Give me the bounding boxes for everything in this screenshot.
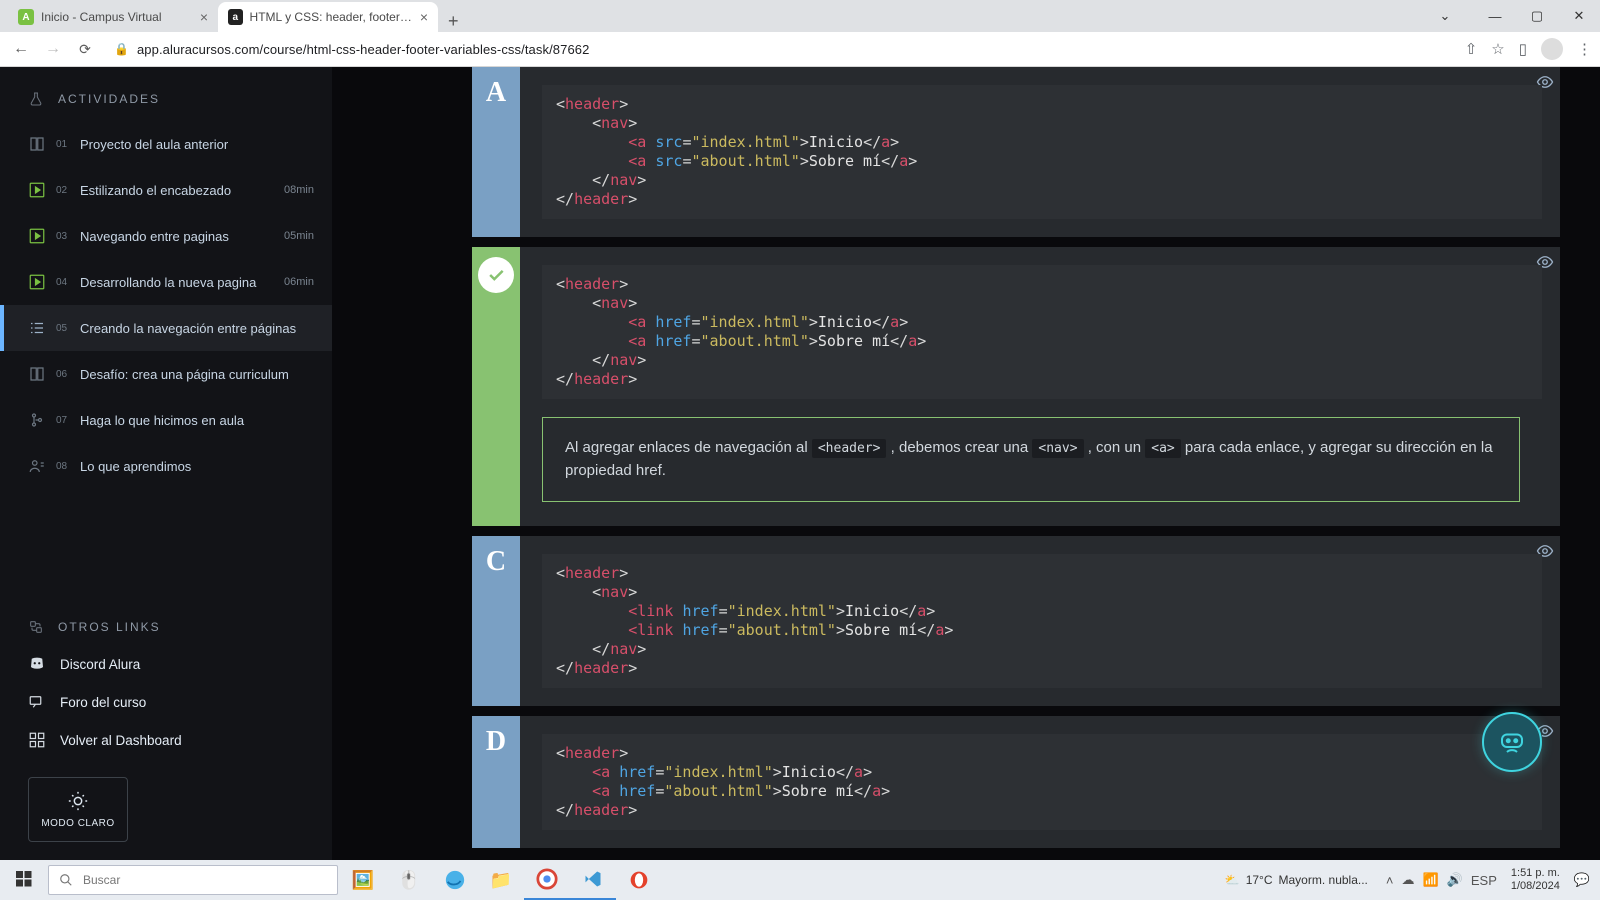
wifi-icon[interactable]: 📶 <box>1422 872 1438 888</box>
check-icon <box>478 257 514 293</box>
chatbot-icon <box>1497 727 1527 757</box>
sidebar-list: 01Proyecto del aula anterior02Estilizand… <box>0 121 332 601</box>
sidebar-item-05[interactable]: 05Creando la navegación entre páginas <box>0 305 332 351</box>
taskbar-app-paint[interactable]: 🖼️ <box>340 860 386 900</box>
tray-chevron-icon[interactable]: ˄ <box>1386 873 1394 888</box>
content-area[interactable]: A <header> <nav> <a src="index.html">Ini… <box>332 67 1600 860</box>
weather-widget[interactable]: ⛅ 17°C Mayorm. nubla... <box>1225 873 1368 887</box>
option-c[interactable]: C <header> <nav> <link href="index.html"… <box>472 536 1560 706</box>
link-icon <box>28 619 44 635</box>
taskbar-clock[interactable]: 1:51 p. m. 1/08/2024 <box>1505 867 1566 892</box>
window-controls: ⌄ — ▢ ✕ <box>1424 0 1600 32</box>
sidebar-item-01[interactable]: 01Proyecto del aula anterior <box>0 121 332 167</box>
option-b-correct[interactable]: <header> <nav> <a href="index.html">Inic… <box>472 247 1560 526</box>
taskbar-app-mouse[interactable]: 🖱️ <box>386 860 432 900</box>
favicon-icon: a <box>228 9 243 25</box>
browser-tab-2[interactable]: a HTML y CSS: header, footer y var × <box>218 2 438 32</box>
chrome-icon <box>536 868 558 890</box>
notifications-icon[interactable]: 💬 <box>1574 872 1590 888</box>
windows-icon <box>16 871 32 887</box>
sidebar-item-06[interactable]: 06Desafío: crea una página curriculum <box>0 351 332 397</box>
sidebar-item-08[interactable]: 08Lo que aprendimos <box>0 443 332 489</box>
sidebar-item-02[interactable]: 02Estilizando el encabezado08min <box>0 167 332 213</box>
tab-switcher-icon[interactable]: ⌄ <box>1424 8 1466 24</box>
opera-icon <box>629 870 649 890</box>
search-icon <box>59 873 73 887</box>
option-d[interactable]: D <header> <a href="index.html">Inicio</… <box>472 716 1560 848</box>
taskbar-app-chrome[interactable] <box>524 860 570 900</box>
close-icon[interactable]: × <box>200 9 208 25</box>
url-field[interactable]: 🔒 app.aluracursos.com/course/html-css-he… <box>104 42 1459 57</box>
new-tab-button[interactable]: + <box>438 11 469 32</box>
light-mode-toggle[interactable]: MODO CLARO <box>28 777 128 842</box>
chrome-actions: ⇧ ☆ ▯ ⋮ <box>1465 38 1592 60</box>
onedrive-icon[interactable]: ☁ <box>1401 872 1414 888</box>
volume-icon[interactable]: 🔊 <box>1447 872 1463 888</box>
sidebar-heading-activities: ACTIVIDADES <box>0 67 332 121</box>
windows-taskbar: Buscar 🖼️ 🖱️ 📁 ⛅ 17°C Mayorm. nubla... ˄… <box>0 860 1600 900</box>
reload-button[interactable]: ⟳ <box>72 41 98 58</box>
chat-assistant-button[interactable] <box>1482 712 1542 772</box>
bookmark-icon[interactable]: ☆ <box>1491 40 1504 58</box>
browser-tab-1[interactable]: A Inicio - Campus Virtual × <box>8 2 218 32</box>
sidebar: ACTIVIDADES 01Proyecto del aula anterior… <box>0 67 332 860</box>
option-marker-c: C <box>472 536 520 706</box>
option-marker-d: D <box>472 716 520 848</box>
edge-icon <box>444 869 466 891</box>
sidebar-item-04[interactable]: 04Desarrollando la nueva pagina06min <box>0 259 332 305</box>
option-marker-b <box>472 247 520 526</box>
taskbar-tray: ⛅ 17°C Mayorm. nubla... ˄ ☁ 📶 🔊 ESP 1:51… <box>1225 867 1600 892</box>
taskbar-app-opera[interactable] <box>616 860 662 900</box>
start-button[interactable] <box>0 871 48 890</box>
browser-tabbar: A Inicio - Campus Virtual × a HTML y CSS… <box>0 0 1600 32</box>
taskbar-app-explorer[interactable]: 📁 <box>478 860 524 900</box>
favicon-icon: A <box>18 9 34 25</box>
sun-icon <box>67 790 89 812</box>
other-link[interactable]: Volver al Dashboard <box>0 721 332 759</box>
option-a[interactable]: A <header> <nav> <a src="index.html">Ini… <box>472 67 1560 237</box>
share-icon[interactable]: ⇧ <box>1465 40 1478 58</box>
option-marker-a: A <box>472 67 520 237</box>
code-block-b: <header> <nav> <a href="index.html">Inic… <box>542 265 1542 399</box>
other-link[interactable]: Discord Alura <box>0 645 332 683</box>
explanation-box: Al agregar enlaces de navegación al <hea… <box>542 417 1520 502</box>
sidebar-item-03[interactable]: 03Navegando entre paginas05min <box>0 213 332 259</box>
sidepanel-icon[interactable]: ▯ <box>1519 40 1527 58</box>
taskbar-app-edge[interactable] <box>432 860 478 900</box>
sidebar-heading-other: OTROS LINKS <box>0 601 332 645</box>
taskbar-search[interactable]: Buscar <box>48 865 338 895</box>
lock-icon: 🔒 <box>114 42 129 56</box>
minimize-button[interactable]: — <box>1474 9 1516 24</box>
taskbar-app-vscode[interactable] <box>570 860 616 900</box>
close-window-button[interactable]: ✕ <box>1558 8 1600 24</box>
flask-icon <box>28 91 44 107</box>
code-block-d: <header> <a href="index.html">Inicio</a>… <box>542 734 1542 830</box>
sidebar-item-07[interactable]: 07Haga lo que hicimos en aula <box>0 397 332 443</box>
maximize-button[interactable]: ▢ <box>1516 8 1558 24</box>
url-text: app.aluracursos.com/course/html-css-head… <box>137 42 589 57</box>
back-button[interactable]: ← <box>8 40 34 58</box>
app-root: ACTIVIDADES 01Proyecto del aula anterior… <box>0 67 1600 860</box>
other-link[interactable]: Foro del curso <box>0 683 332 721</box>
address-bar: ← → ⟳ 🔒 app.aluracursos.com/course/html-… <box>0 32 1600 67</box>
profile-icon[interactable] <box>1541 38 1563 60</box>
menu-icon[interactable]: ⋮ <box>1577 40 1592 58</box>
close-icon[interactable]: × <box>420 9 428 25</box>
vscode-icon <box>583 869 603 889</box>
code-block-a: <header> <nav> <a src="index.html">Inici… <box>542 85 1542 219</box>
tab-title: Inicio - Campus Virtual <box>41 10 162 24</box>
keyboard-lang[interactable]: ESP <box>1471 873 1497 888</box>
tab-title: HTML y CSS: header, footer y var <box>250 10 413 24</box>
code-block-c: <header> <nav> <link href="index.html">I… <box>542 554 1542 688</box>
weather-icon: ⛅ <box>1225 873 1240 887</box>
forward-button[interactable]: → <box>40 40 66 58</box>
